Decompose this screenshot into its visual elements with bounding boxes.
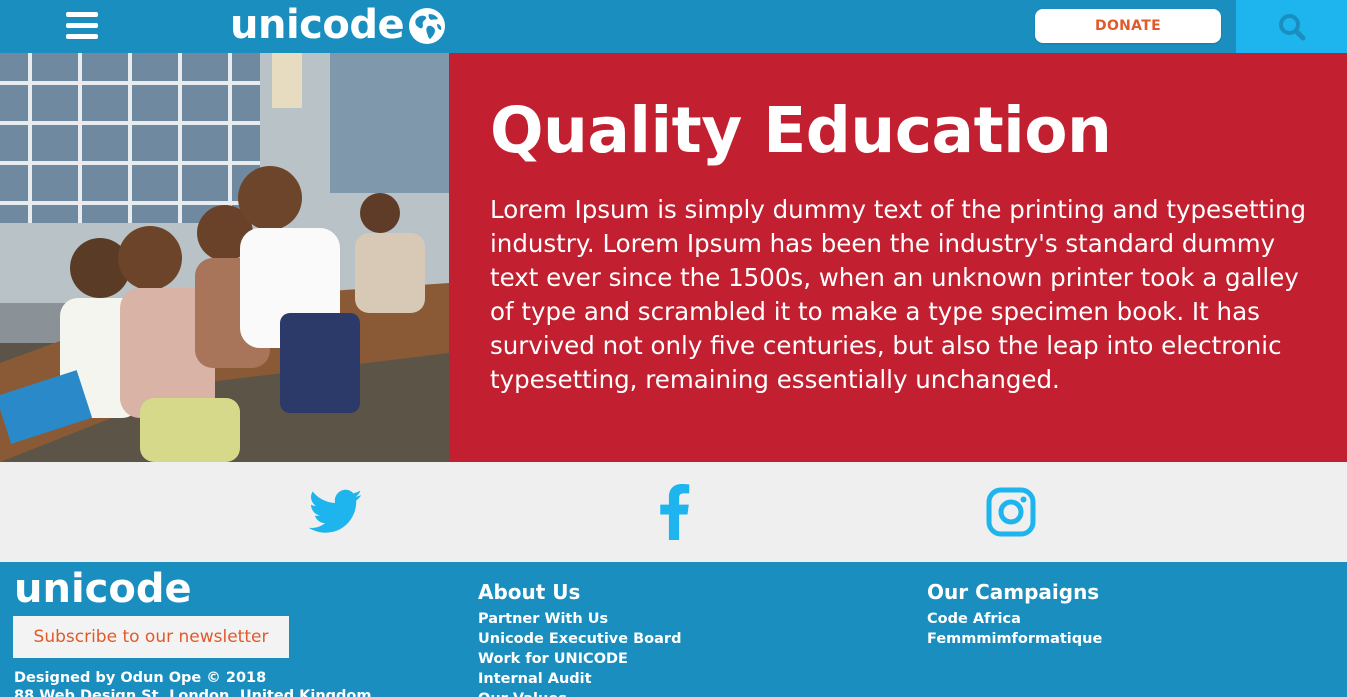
twitter-icon	[309, 489, 362, 533]
twitter-link[interactable]	[308, 484, 364, 540]
facebook-icon	[660, 484, 690, 540]
designer-credit: Designed by Odun Ope © 2018	[14, 670, 267, 686]
footer-logo[interactable]: unicode	[14, 564, 192, 614]
globe-icon	[409, 8, 446, 44]
brand-wordmark: unicode	[230, 2, 405, 48]
facebook-link[interactable]	[646, 484, 702, 540]
search-icon	[1278, 13, 1305, 40]
footer-address: 88 Web Design St, London, United Kingdom	[14, 688, 372, 697]
instagram-link[interactable]	[983, 484, 1039, 540]
hero-section: Quality Education Lorem Ipsum is simply …	[0, 53, 1347, 462]
hero-description: Lorem Ipsum is simply dummy text of the …	[490, 195, 1307, 394]
newsletter-subscribe-button[interactable]: Subscribe to our newsletter	[13, 616, 289, 658]
our-campaigns-heading: Our Campaigns	[927, 580, 1100, 604]
hero-title: Quality Education	[490, 94, 1112, 167]
footer-link-femmmimformatique[interactable]: Femmmimformatique	[927, 629, 1102, 649]
footer-link-work-for-unicode[interactable]: Work for UNICODE	[478, 649, 681, 669]
classroom-photo-illustration	[0, 53, 449, 462]
site-footer: unicode Subscribe to our newsletter Desi…	[0, 562, 1347, 697]
about-us-heading: About Us	[478, 580, 581, 604]
about-us-column: About Us Partner With Us Unicode Executi…	[478, 578, 681, 697]
top-nav-bar: unicode DONATE	[0, 0, 1347, 53]
footer-link-code-africa[interactable]: Code Africa	[927, 609, 1102, 629]
classroom-children-photo	[0, 53, 449, 462]
donate-button[interactable]: DONATE	[1035, 9, 1221, 43]
footer-link-internal-audit[interactable]: Internal Audit	[478, 669, 681, 689]
footer-link-executive-board[interactable]: Unicode Executive Board	[478, 629, 681, 649]
hamburger-menu-icon[interactable]	[66, 12, 98, 40]
search-button[interactable]	[1236, 0, 1347, 53]
instagram-icon	[986, 487, 1036, 537]
social-links-bar	[0, 462, 1347, 562]
brand-logo[interactable]: unicode	[230, 2, 447, 48]
footer-link-our-values[interactable]: Our Values	[478, 689, 681, 697]
hero-text-panel: Quality Education Lorem Ipsum is simply …	[449, 53, 1347, 462]
our-campaigns-column: Our Campaigns Code Africa Femmmimformati…	[927, 578, 1102, 649]
footer-link-partner[interactable]: Partner With Us	[478, 609, 681, 629]
